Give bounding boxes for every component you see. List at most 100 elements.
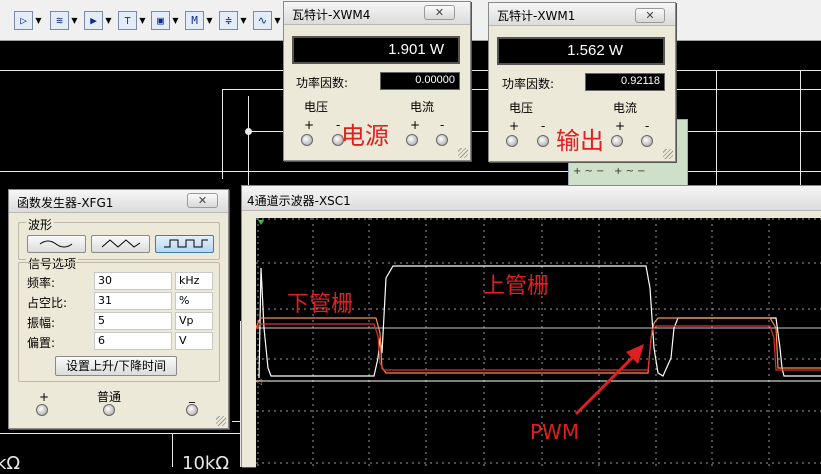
chevron-down-icon[interactable]: ▼ xyxy=(274,17,281,25)
voltage-plus-label: + xyxy=(509,119,520,133)
signal-source-icon[interactable]: ≋ xyxy=(50,11,69,30)
current-minus-terminal[interactable] xyxy=(641,135,653,147)
cmos-icon[interactable]: ≑ xyxy=(219,11,238,30)
current-plus-label: + xyxy=(615,119,626,133)
resistor-label: 10kΩ xyxy=(182,453,230,474)
power-display: 1.901 W xyxy=(292,36,460,64)
plus-label: + xyxy=(39,390,50,404)
titlebar[interactable]: 瓦特计-XWM4 ✕ xyxy=(284,2,470,25)
power-source-icon[interactable]: ▷ xyxy=(14,11,33,30)
voltage-label: 电压 xyxy=(304,100,329,114)
current-label: 电流 xyxy=(410,100,435,114)
wire xyxy=(716,70,717,190)
pwm-arrow-icon xyxy=(574,344,644,416)
voltage-label: 电压 xyxy=(509,101,534,115)
current-plus-label: + xyxy=(410,118,421,132)
current-plus-terminal[interactable] xyxy=(611,135,623,147)
duty-cycle-unit: % xyxy=(175,292,213,310)
diode-icon[interactable]: ▶ xyxy=(84,11,103,30)
power-factor-label: 功率因数: xyxy=(502,77,555,91)
amplitude-input[interactable]: 5 xyxy=(94,312,172,330)
current-plus-terminal[interactable] xyxy=(406,134,418,146)
triangle-wave-button[interactable] xyxy=(91,235,150,253)
misc-digital-icon[interactable]: ∿ xyxy=(253,11,272,30)
resistor-label-partial: kΩ xyxy=(0,453,21,474)
trigger-marker-icon xyxy=(258,220,264,225)
amplitude-unit-select[interactable]: Vp xyxy=(175,312,213,330)
power-factor-label: 功率因数: xyxy=(296,76,349,90)
duty-cycle-label: 占空比: xyxy=(27,296,68,310)
resize-grip[interactable] xyxy=(216,416,226,426)
common-terminal[interactable] xyxy=(103,404,115,416)
window-title: 4通道示波器-XSC1 xyxy=(247,194,351,208)
frequency-label: 频率: xyxy=(27,276,56,290)
chevron-down-icon[interactable]: ▼ xyxy=(35,17,42,25)
annotation-pwm: PWM xyxy=(530,420,580,444)
junction-dot xyxy=(245,128,252,135)
power-factor-display: 0.00000 xyxy=(380,72,460,90)
sine-wave-icon xyxy=(39,240,73,248)
resize-grip[interactable] xyxy=(458,148,468,158)
wire xyxy=(800,70,801,190)
chevron-down-icon[interactable]: ▼ xyxy=(172,17,179,25)
close-button[interactable]: ✕ xyxy=(187,193,218,208)
chevron-down-icon[interactable]: ▼ xyxy=(71,17,78,25)
titlebar[interactable]: 函数发生器-XFG1 ✕ xyxy=(9,190,228,213)
square-wave-icon xyxy=(164,239,208,248)
annotation-lower-gate: 下管栅 xyxy=(287,292,354,317)
current-minus-terminal[interactable] xyxy=(436,134,448,146)
wire xyxy=(0,433,240,434)
wire xyxy=(0,171,821,172)
power-display: 1.562 W xyxy=(497,37,665,65)
current-label: 电流 xyxy=(613,101,638,115)
function-generator-window[interactable]: 函数发生器-XFG1 ✕ 波形 信号选项 频率: 30 kHz 占空比: 31 … xyxy=(8,189,229,429)
channel-marker: ◁ xyxy=(256,377,262,386)
plus-terminal[interactable] xyxy=(36,404,48,416)
wire xyxy=(172,433,173,467)
titlebar[interactable]: 4通道示波器-XSC1 xyxy=(242,186,821,211)
window-title: 瓦特计-XWM1 xyxy=(497,9,576,23)
wire xyxy=(222,89,223,179)
annotation-upper-gate: 上管栅 xyxy=(483,274,550,299)
wire xyxy=(248,96,249,196)
square-wave-button[interactable] xyxy=(155,235,214,253)
offset-label: 偏置: xyxy=(27,336,56,350)
current-minus-label: - xyxy=(645,119,650,133)
triangle-wave-icon xyxy=(101,239,141,248)
voltage-minus-label: - xyxy=(541,119,546,133)
resize-grip[interactable] xyxy=(663,149,673,159)
offset-input[interactable]: 6 xyxy=(94,332,172,350)
close-button[interactable]: ✕ xyxy=(424,5,455,20)
chevron-down-icon[interactable]: ▼ xyxy=(105,17,112,25)
common-label: 普通 xyxy=(97,390,122,404)
chevron-down-icon[interactable]: ▼ xyxy=(206,17,213,25)
amplitude-label: 振幅: xyxy=(27,316,56,330)
rise-fall-time-button[interactable]: 设置上升/下降时间 xyxy=(55,356,177,376)
analog-ic-icon[interactable]: ▣ xyxy=(151,11,170,30)
minus-label: _ xyxy=(189,389,195,403)
sine-wave-button[interactable] xyxy=(27,235,86,253)
current-minus-label: - xyxy=(440,118,445,132)
titlebar[interactable]: 瓦特计-XWM1 ✕ xyxy=(489,3,675,26)
offset-unit-select[interactable]: V xyxy=(175,332,213,350)
power-factor-display: 0.92118 xyxy=(585,73,665,91)
transistor-icon[interactable]: ⊤ xyxy=(118,11,137,30)
ttl-icon[interactable]: M xyxy=(185,11,204,30)
voltage-minus-terminal[interactable] xyxy=(537,135,549,147)
duty-cycle-input[interactable]: 31 xyxy=(94,292,172,310)
trace-pwm xyxy=(256,323,821,371)
voltage-plus-terminal[interactable] xyxy=(301,134,313,146)
voltage-plus-label: + xyxy=(304,118,315,132)
window-title: 函数发生器-XFG1 xyxy=(17,196,114,210)
frequency-unit-select[interactable]: kHz xyxy=(175,272,213,290)
close-button[interactable]: ✕ xyxy=(635,8,665,23)
waveform-group-label: 波形 xyxy=(26,216,55,233)
annotation-power-source: 电源 xyxy=(341,122,389,150)
chevron-down-icon[interactable]: ▼ xyxy=(240,17,247,25)
voltage-plus-terminal[interactable] xyxy=(506,135,518,147)
voltage-minus-label: - xyxy=(336,118,341,132)
frequency-input[interactable]: 30 xyxy=(94,272,172,290)
minus-terminal[interactable] xyxy=(186,404,198,416)
chevron-down-icon[interactable]: ▼ xyxy=(139,17,146,25)
annotation-output: 输出 xyxy=(556,127,604,155)
